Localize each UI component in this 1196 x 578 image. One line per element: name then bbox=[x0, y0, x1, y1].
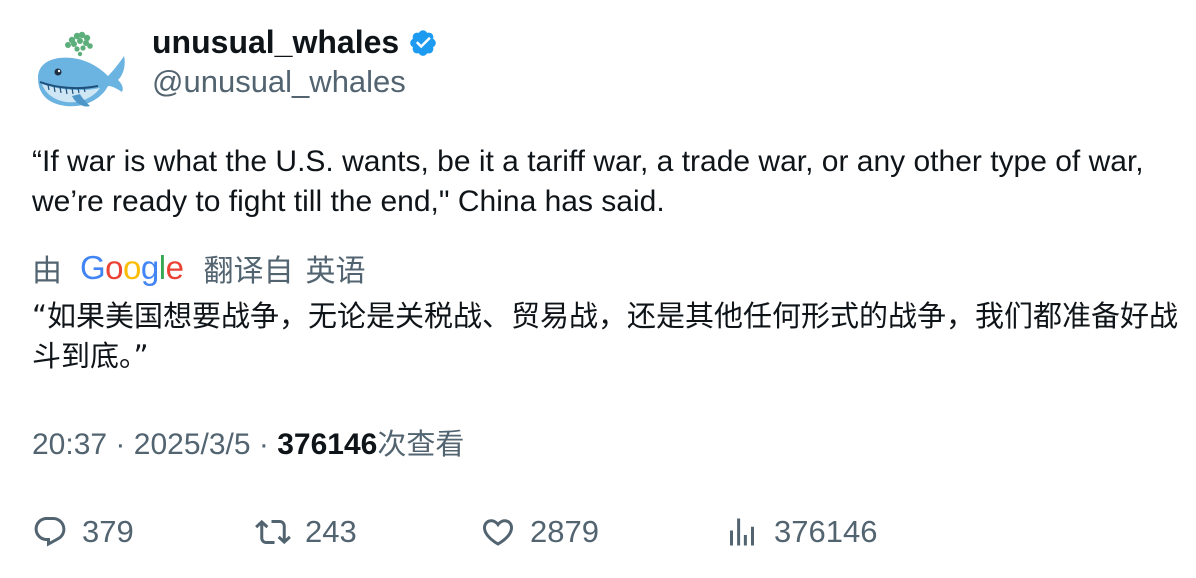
retweet-icon bbox=[255, 519, 291, 545]
translated-by-label: 由 bbox=[32, 254, 62, 289]
display-name-text[interactable]: unusual_whales bbox=[152, 22, 399, 62]
author-handle[interactable]: @unusual_whales bbox=[152, 62, 406, 102]
whale-icon bbox=[38, 31, 125, 107]
translated-from-label: 翻译自 bbox=[203, 254, 294, 289]
tweet-card: unusual_whales @unusual_whales “If war i… bbox=[0, 0, 1196, 578]
views-button[interactable]: 376146 bbox=[724, 508, 877, 556]
translated-text: “如果美国想要战争，无论是关税战、贸易战，还是其他任何形式的战争，我们都准备好战… bbox=[32, 299, 1179, 373]
reply-button[interactable]: 379 bbox=[32, 508, 134, 556]
tweet-text: “If war is what the U.S. wants, be it a … bbox=[32, 145, 1144, 218]
meta-separator: · bbox=[258, 428, 269, 461]
author-display-name[interactable]: unusual_whales bbox=[152, 22, 438, 62]
reply-icon bbox=[34, 517, 66, 547]
reply-count: 379 bbox=[82, 514, 134, 549]
like-count: 2879 bbox=[530, 514, 599, 549]
views-count: 376146 bbox=[277, 428, 378, 461]
google-logo: Google bbox=[80, 249, 184, 286]
tweet-meta: 20:37 · 2025/3/5 · 376146次查看 bbox=[32, 424, 464, 465]
translation-attribution: 由 Google 翻译自 英语 bbox=[32, 247, 365, 289]
tweet-date[interactable]: 2025/3/5 bbox=[134, 428, 251, 461]
verified-badge-icon bbox=[410, 30, 436, 56]
action-bar: 379 243 2879 376146 bbox=[0, 508, 1196, 556]
retweet-button[interactable]: 243 bbox=[255, 508, 357, 556]
heart-icon bbox=[482, 519, 514, 546]
source-language: 英语 bbox=[305, 254, 366, 289]
views-label: 次查看 bbox=[377, 427, 465, 461]
like-button[interactable]: 2879 bbox=[480, 508, 599, 556]
retweet-count: 243 bbox=[305, 514, 357, 549]
bar-chart-icon bbox=[730, 518, 754, 546]
tweet-time[interactable]: 20:37 bbox=[32, 428, 107, 461]
views-action-count: 376146 bbox=[774, 514, 878, 549]
avatar[interactable] bbox=[32, 26, 128, 112]
meta-separator: · bbox=[115, 428, 126, 461]
